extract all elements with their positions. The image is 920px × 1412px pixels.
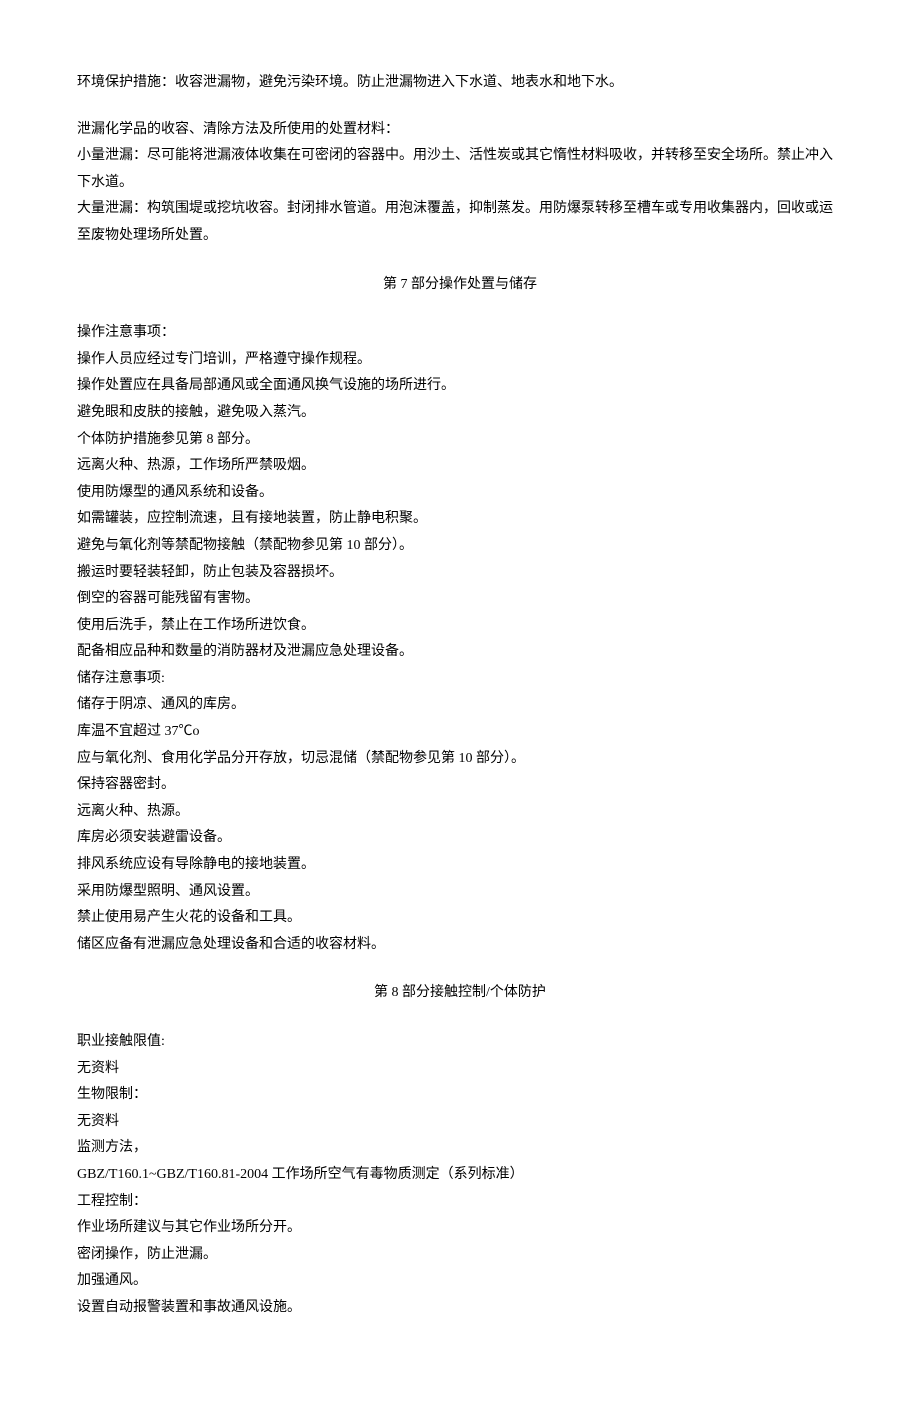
storage-item: 保持容器密封。 (77, 772, 843, 799)
handling-item: 搬运时要轻装轻卸，防止包装及容器损坏。 (77, 560, 843, 587)
storage-header: 储存注意事项: (77, 666, 843, 693)
section8-title: 第 8 部分接触控制/个体防护 (77, 980, 843, 1007)
storage-item: 采用防爆型照明、通风设置。 (77, 879, 843, 906)
storage-item: 禁止使用易产生火花的设备和工具。 (77, 905, 843, 932)
monitor-text: GBZ/T160.1~GBZ/T160.81-2004 工作场所空气有毒物质测定… (77, 1162, 843, 1189)
handling-item: 避免眼和皮肤的接触，避免吸入蒸汽。 (77, 400, 843, 427)
handling-item: 远离火种、热源，工作场所严禁吸烟。 (77, 453, 843, 480)
handling-item: 使用后洗手，禁止在工作场所进饮食。 (77, 613, 843, 640)
storage-item: 排风系统应设有导除静电的接地装置。 (77, 852, 843, 879)
handling-item: 配备相应品种和数量的消防器材及泄漏应急处理设备。 (77, 639, 843, 666)
storage-item: 库房必须安装避雷设备。 (77, 825, 843, 852)
eng-control-item: 密闭操作，防止泄漏。 (77, 1242, 843, 1269)
storage-item: 应与氧化剂、食用化学品分开存放，切忌混储（禁配物参见第 10 部分）。 (77, 746, 843, 773)
handling-item: 操作处置应在具备局部通风或全面通风换气设施的场所进行。 (77, 373, 843, 400)
storage-item: 远离火种、热源。 (77, 799, 843, 826)
occ-limit-text: 无资料 (77, 1056, 843, 1083)
occ-limit-header: 职业接触限值: (77, 1029, 843, 1056)
monitor-header: 监测方法， (77, 1135, 843, 1162)
spill-header: 泄漏化学品的收容、清除方法及所使用的处置材料： (77, 117, 843, 144)
eng-control-header: 工程控制： (77, 1189, 843, 1216)
handling-item: 如需罐装，应控制流速，且有接地装置，防止静电积聚。 (77, 506, 843, 533)
env-protection-text: 环境保护措施：收容泄漏物，避免污染环境。防止泄漏物进入下水道、地表水和地下水。 (77, 70, 843, 97)
large-spill-text: 大量泄漏：构筑围堤或挖坑收容。封闭排水管道。用泡沫覆盖，抑制蒸发。用防爆泵转移至… (77, 196, 843, 249)
bio-limit-text: 无资料 (77, 1109, 843, 1136)
handling-item: 个体防护措施参见第 8 部分。 (77, 427, 843, 454)
handling-item: 操作人员应经过专门培训，严格遵守操作规程。 (77, 347, 843, 374)
storage-item: 库温不宜超过 37℃o (77, 719, 843, 746)
eng-control-item: 作业场所建议与其它作业场所分开。 (77, 1215, 843, 1242)
storage-item: 储区应备有泄漏应急处理设备和合适的收容材料。 (77, 932, 843, 959)
small-spill-text: 小量泄漏：尽可能将泄漏液体收集在可密闭的容器中。用沙土、活性炭或其它惰性材料吸收… (77, 143, 843, 196)
bio-limit-header: 生物限制： (77, 1082, 843, 1109)
eng-control-item: 设置自动报警装置和事故通风设施。 (77, 1295, 843, 1322)
handling-item: 使用防爆型的通风系统和设备。 (77, 480, 843, 507)
handling-item: 倒空的容器可能残留有害物。 (77, 586, 843, 613)
eng-control-item: 加强通风。 (77, 1268, 843, 1295)
handling-item: 避免与氧化剂等禁配物接触（禁配物参见第 10 部分）。 (77, 533, 843, 560)
storage-item: 储存于阴凉、通风的库房。 (77, 692, 843, 719)
handling-header: 操作注意事项： (77, 320, 843, 347)
section7-title: 第 7 部分操作处置与储存 (77, 272, 843, 299)
